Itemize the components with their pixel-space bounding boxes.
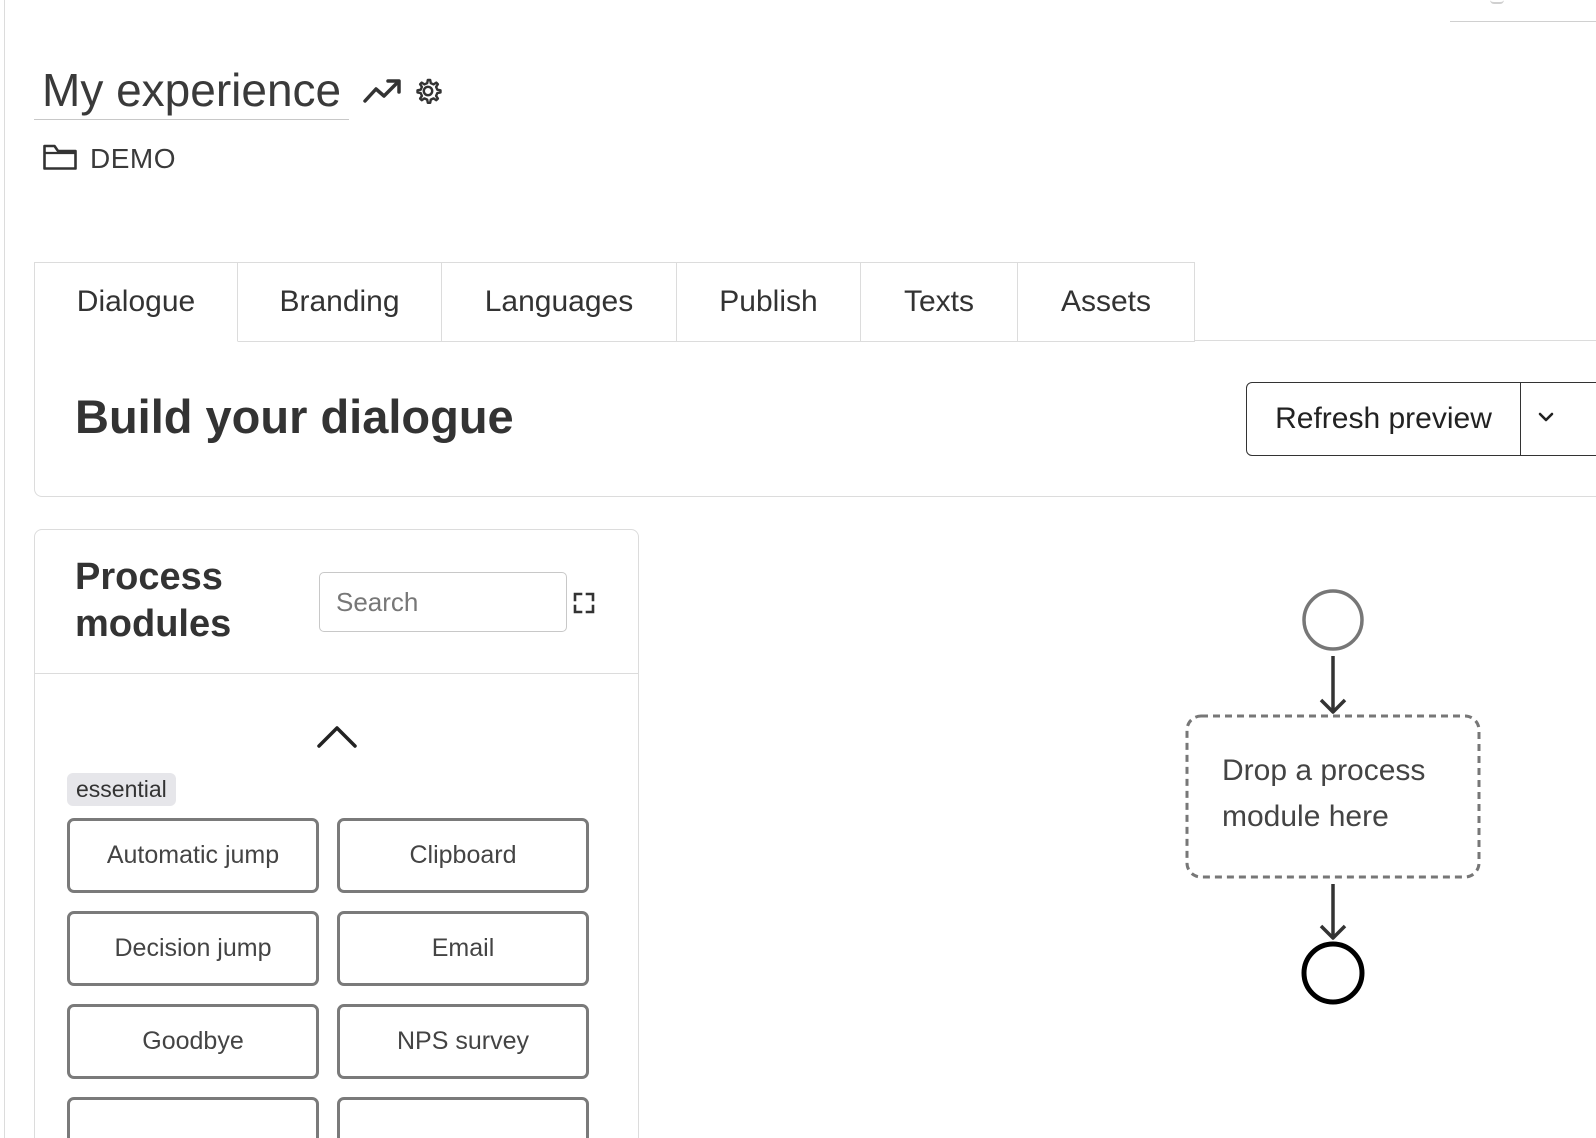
start-node bbox=[1302, 589, 1364, 651]
drop-zone-label: Drop a process module here bbox=[1222, 754, 1426, 833]
end-node bbox=[1301, 941, 1365, 1005]
flow-canvas: Drop a process module here bbox=[1185, 589, 1481, 1005]
